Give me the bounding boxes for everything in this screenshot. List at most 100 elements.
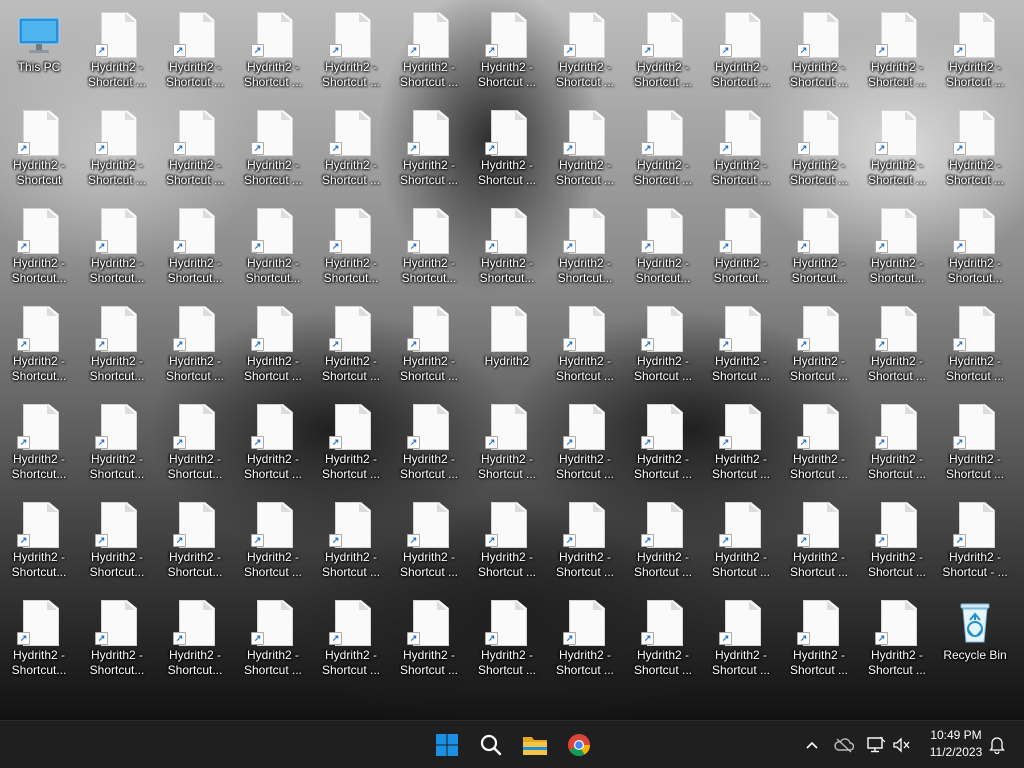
- shortcut-icon[interactable]: ↗ Hydrith2 - Shortcut ...: [236, 298, 310, 392]
- shortcut-icon[interactable]: ↗ Hydrith2 - Shortcut ...: [314, 494, 388, 588]
- shortcut-icon[interactable]: ↗ Hydrith2 - Shortcut ...: [938, 298, 1012, 392]
- shortcut-icon[interactable]: ↗ Hydrith2 - Shortcut...: [80, 494, 154, 588]
- shortcut-icon[interactable]: ↗ Hydrith2 - Shortcut...: [626, 200, 700, 294]
- shortcut-icon[interactable]: ↗ Hydrith2 - Shortcut...: [2, 200, 76, 294]
- shortcut-icon[interactable]: ↗ Hydrith2 - Shortcut ...: [860, 102, 934, 196]
- shortcut-icon[interactable]: ↗ Hydrith2 - Shortcut ...: [158, 298, 232, 392]
- shortcut-icon[interactable]: ↗ Hydrith2 - Shortcut ...: [314, 396, 388, 490]
- shortcut-icon[interactable]: ↗ Hydrith2 - Shortcut ...: [158, 102, 232, 196]
- shortcut-icon[interactable]: ↗ Hydrith2 - Shortcut ...: [548, 494, 622, 588]
- shortcut-icon[interactable]: ↗ Hydrith2 - Shortcut ...: [548, 396, 622, 490]
- shortcut-icon[interactable]: ↗ Hydrith2 - Shortcut ...: [626, 494, 700, 588]
- shortcut-icon[interactable]: ↗ Hydrith2 - Shortcut ...: [80, 102, 154, 196]
- shortcut-icon[interactable]: ↗ Hydrith2 - Shortcut ...: [938, 396, 1012, 490]
- shortcut-icon[interactable]: ↗ Hydrith2 - Shortcut ...: [392, 396, 466, 490]
- shortcut-icon[interactable]: ↗ Hydrith2 - Shortcut ...: [158, 4, 232, 98]
- shortcut-icon[interactable]: ↗ Hydrith2 - Shortcut ...: [314, 102, 388, 196]
- shortcut-icon[interactable]: ↗ Hydrith2 - Shortcut ...: [782, 4, 856, 98]
- shortcut-icon[interactable]: ↗ Hydrith2 - Shortcut ...: [392, 102, 466, 196]
- network-icon[interactable]: [864, 733, 888, 757]
- shortcut-icon[interactable]: ↗ Hydrith2 - Shortcut ...: [626, 4, 700, 98]
- file-explorer-button[interactable]: [515, 725, 555, 765]
- shortcut-icon[interactable]: ↗ Hydrith2 - Shortcut ...: [470, 592, 544, 686]
- shortcut-icon[interactable]: ↗ Hydrith2 - Shortcut...: [2, 298, 76, 392]
- shortcut-icon[interactable]: ↗ Hydrith2 - Shortcut...: [236, 200, 310, 294]
- chrome-button[interactable]: [559, 725, 599, 765]
- shortcut-icon[interactable]: ↗ Hydrith2 - Shortcut ...: [782, 298, 856, 392]
- shortcut-icon[interactable]: ↗ Hydrith2 - Shortcut ...: [782, 494, 856, 588]
- search-button[interactable]: [471, 725, 511, 765]
- shortcut-icon[interactable]: ↗ Hydrith2 - Shortcut...: [548, 200, 622, 294]
- shortcut-icon[interactable]: Hydrith2: [470, 298, 544, 392]
- shortcut-icon[interactable]: ↗ Hydrith2 - Shortcut ...: [626, 396, 700, 490]
- shortcut-icon[interactable]: ↗ Hydrith2 - Shortcut ...: [392, 4, 466, 98]
- shortcut-icon[interactable]: ↗ Hydrith2 - Shortcut...: [80, 298, 154, 392]
- shortcut-icon[interactable]: ↗ Hydrith2 - Shortcut...: [158, 592, 232, 686]
- shortcut-icon[interactable]: ↗ Hydrith2 - Shortcut ...: [392, 298, 466, 392]
- shortcut-icon[interactable]: ↗ Hydrith2 - Shortcut ...: [548, 592, 622, 686]
- start-button[interactable]: [427, 725, 467, 765]
- shortcut-icon[interactable]: ↗ Hydrith2 - Shortcut ...: [704, 298, 778, 392]
- shortcut-icon[interactable]: ↗ Hydrith2 - Shortcut...: [2, 396, 76, 490]
- shortcut-icon[interactable]: ↗ Hydrith2 - Shortcut ...: [236, 396, 310, 490]
- volume-muted-icon[interactable]: [890, 733, 914, 757]
- shortcut-icon[interactable]: ↗ Hydrith2 - Shortcut ...: [704, 592, 778, 686]
- shortcut-icon[interactable]: ↗ Hydrith2 - Shortcut ...: [860, 396, 934, 490]
- taskbar-clock[interactable]: 10:49 PM 11/2/2023: [918, 727, 994, 761]
- shortcut-icon[interactable]: ↗ Hydrith2 - Shortcut ...: [860, 494, 934, 588]
- shortcut-icon[interactable]: ↗ Hydrith2 - Shortcut ...: [782, 396, 856, 490]
- shortcut-icon[interactable]: ↗ Hydrith2 - Shortcut ...: [236, 592, 310, 686]
- shortcut-icon[interactable]: ↗ Hydrith2 - Shortcut...: [80, 592, 154, 686]
- shortcut-icon[interactable]: ↗ Hydrith2 - Shortcut: [2, 102, 76, 196]
- shortcut-icon[interactable]: ↗ Hydrith2 - Shortcut ...: [314, 4, 388, 98]
- shortcut-icon[interactable]: ↗ Hydrith2 - Shortcut...: [158, 396, 232, 490]
- shortcut-icon[interactable]: ↗ Hydrith2 - Shortcut ...: [470, 4, 544, 98]
- shortcut-icon[interactable]: ↗ Hydrith2 - Shortcut...: [80, 200, 154, 294]
- shortcut-icon[interactable]: ↗ Hydrith2 - Shortcut ...: [860, 4, 934, 98]
- shortcut-icon[interactable]: ↗ Hydrith2 - Shortcut ...: [548, 4, 622, 98]
- shortcut-icon[interactable]: ↗ Hydrith2 - Shortcut ...: [470, 396, 544, 490]
- shortcut-icon[interactable]: ↗ Hydrith2 - Shortcut ...: [314, 298, 388, 392]
- shortcut-icon[interactable]: ↗ Hydrith2 - Shortcut ...: [704, 396, 778, 490]
- shortcut-icon[interactable]: ↗ Hydrith2 - Shortcut ...: [470, 102, 544, 196]
- shortcut-icon[interactable]: ↗ Hydrith2 - Shortcut...: [2, 494, 76, 588]
- shortcut-icon[interactable]: ↗ Hydrith2 - Shortcut ...: [626, 102, 700, 196]
- shortcut-icon[interactable]: ↗ Hydrith2 - Shortcut ...: [236, 494, 310, 588]
- shortcut-icon[interactable]: ↗ Hydrith2 - Shortcut ...: [938, 102, 1012, 196]
- shortcut-icon[interactable]: ↗ Hydrith2 - Shortcut ...: [236, 102, 310, 196]
- shortcut-icon[interactable]: ↗ Hydrith2 - Shortcut ...: [626, 592, 700, 686]
- shortcut-icon[interactable]: ↗ Hydrith2 - Shortcut ...: [626, 298, 700, 392]
- shortcut-icon[interactable]: ↗ Hydrith2 - Shortcut ...: [860, 592, 934, 686]
- shortcut-icon[interactable]: ↗ Hydrith2 - Shortcut ...: [704, 102, 778, 196]
- shortcut-icon[interactable]: ↗ Hydrith2 - Shortcut...: [314, 200, 388, 294]
- show-hidden-icons-chevron-icon[interactable]: [800, 733, 824, 757]
- this-pc-icon[interactable]: This PC: [2, 4, 76, 98]
- shortcut-icon[interactable]: ↗ Hydrith2 - Shortcut ...: [548, 102, 622, 196]
- shortcut-icon[interactable]: ↗ Hydrith2 - Shortcut...: [2, 592, 76, 686]
- shortcut-icon[interactable]: ↗ Hydrith2 - Shortcut ...: [704, 494, 778, 588]
- notifications-bell-icon[interactable]: [985, 733, 1009, 757]
- shortcut-icon[interactable]: ↗ Hydrith2 - Shortcut ...: [704, 4, 778, 98]
- shortcut-icon[interactable]: ↗ Hydrith2 - Shortcut...: [704, 200, 778, 294]
- shortcut-icon[interactable]: ↗ Hydrith2 - Shortcut ...: [782, 102, 856, 196]
- shortcut-icon[interactable]: ↗ Hydrith2 - Shortcut ...: [236, 4, 310, 98]
- shortcut-icon[interactable]: ↗ Hydrith2 - Shortcut...: [158, 494, 232, 588]
- shortcut-icon[interactable]: ↗ Hydrith2 - Shortcut...: [860, 200, 934, 294]
- shortcut-icon[interactable]: ↗ Hydrith2 - Shortcut...: [80, 396, 154, 490]
- shortcut-icon[interactable]: ↗ Hydrith2 - Shortcut ...: [392, 494, 466, 588]
- shortcut-icon[interactable]: ↗ Hydrith2 - Shortcut - ...: [938, 494, 1012, 588]
- shortcut-icon[interactable]: ↗ Hydrith2 - Shortcut ...: [392, 592, 466, 686]
- shortcut-icon[interactable]: ↗ Hydrith2 - Shortcut...: [782, 200, 856, 294]
- shortcut-icon[interactable]: ↗ Hydrith2 - Shortcut...: [158, 200, 232, 294]
- shortcut-icon[interactable]: ↗ Hydrith2 - Shortcut ...: [80, 4, 154, 98]
- shortcut-icon[interactable]: ↗ Hydrith2 - Shortcut...: [392, 200, 466, 294]
- shortcut-icon[interactable]: ↗ Hydrith2 - Shortcut...: [938, 200, 1012, 294]
- shortcut-icon[interactable]: ↗ Hydrith2 - Shortcut ...: [314, 592, 388, 686]
- shortcut-icon[interactable]: ↗ Hydrith2 - Shortcut ...: [782, 592, 856, 686]
- shortcut-icon[interactable]: ↗ Hydrith2 - Shortcut ...: [938, 4, 1012, 98]
- shortcut-icon[interactable]: ↗ Hydrith2 - Shortcut ...: [860, 298, 934, 392]
- onedrive-offline-icon[interactable]: [832, 733, 856, 757]
- recycle-bin-icon[interactable]: Recycle Bin: [938, 592, 1012, 686]
- shortcut-icon[interactable]: ↗ Hydrith2 - Shortcut ...: [470, 494, 544, 588]
- shortcut-icon[interactable]: ↗ Hydrith2 - Shortcut ...: [548, 298, 622, 392]
